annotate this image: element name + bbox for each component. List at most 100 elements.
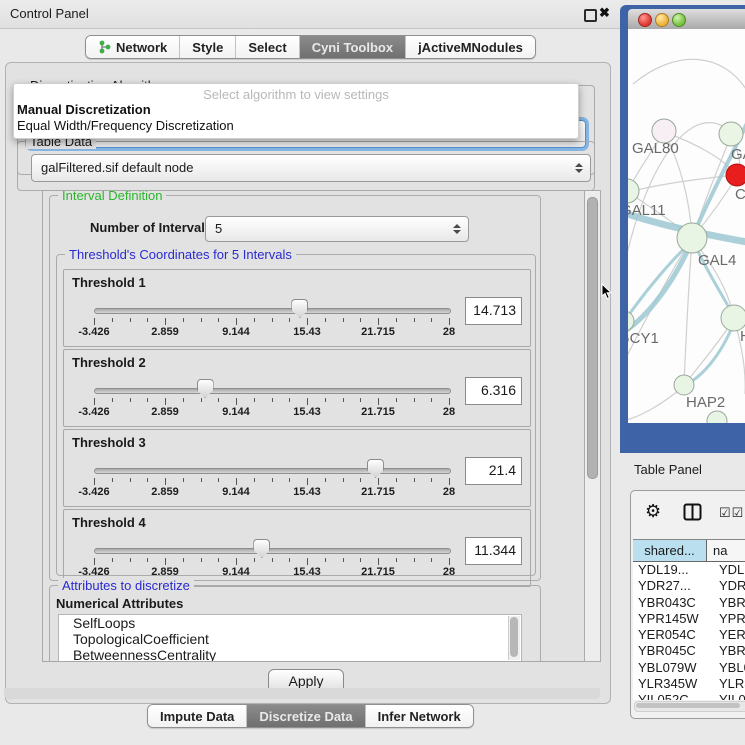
tab-network[interactable]: Network xyxy=(86,36,180,58)
slider-tick xyxy=(272,318,273,322)
network-node[interactable] xyxy=(677,223,707,253)
threshold-value-field[interactable]: 21.4 xyxy=(465,457,522,485)
network-window-titlebar[interactable] xyxy=(628,9,745,30)
table-row[interactable]: YPR145WYPR1 xyxy=(633,611,745,627)
table-hscrollbar-thumb[interactable] xyxy=(636,703,740,708)
threshold-label: Threshold 1 xyxy=(72,275,146,290)
slider-tick-label: 9.144 xyxy=(222,566,250,578)
node-table: shared... na YDL19...YDL1YDR27...YDR2YBR… xyxy=(633,539,745,700)
slider-tick xyxy=(307,398,308,405)
vertical-scrollbar-thumb[interactable] xyxy=(587,197,598,479)
tab-select[interactable]: Select xyxy=(236,36,299,58)
slider-tick xyxy=(378,318,379,325)
close-traffic-light-icon[interactable] xyxy=(638,13,652,27)
algorithm-option[interactable]: Equal Width/Frequency Discretization xyxy=(14,118,578,134)
tab-discretize-data[interactable]: Discretize Data xyxy=(247,705,365,727)
split-columns-icon[interactable] xyxy=(683,503,702,526)
minimize-traffic-light-icon[interactable] xyxy=(655,13,669,27)
slider-tick-label: 28 xyxy=(443,406,455,418)
threshold-value-field[interactable]: 14.713 xyxy=(465,297,522,325)
slider-tick xyxy=(112,398,113,402)
column-header-name[interactable]: na xyxy=(707,540,745,561)
tab-label: jActiveMNodules xyxy=(418,40,523,55)
slider-tick xyxy=(218,398,219,402)
table-horizontal-scrollbar[interactable] xyxy=(634,701,745,712)
table-row[interactable]: YDL19...YDL1 xyxy=(633,562,745,578)
slider-tick-label: -3.426 xyxy=(78,566,109,578)
slider-tick xyxy=(254,318,255,322)
cell-shared-name: YBL079W xyxy=(633,660,712,676)
table-header-row: shared... na xyxy=(633,540,745,562)
slider-tick xyxy=(112,478,113,482)
settings-gear-icon[interactable]: ⚙ xyxy=(645,501,661,522)
slider-tick xyxy=(112,318,113,322)
network-node[interactable] xyxy=(719,122,743,146)
slider-track[interactable] xyxy=(94,468,451,474)
tab-style[interactable]: Style xyxy=(180,36,236,58)
network-canvas[interactable]: GAL80GACGAL11GAL4GCY1HHAP2 xyxy=(628,29,745,423)
algorithm-option[interactable]: Manual Discretization xyxy=(14,102,578,118)
cell-name: YBL0 xyxy=(712,660,745,676)
slider-tick-label: 2.859 xyxy=(151,406,179,418)
slider-track[interactable] xyxy=(94,548,451,554)
table-row[interactable]: YBR045CYBR0 xyxy=(633,643,745,659)
vertical-scrollbar[interactable] xyxy=(584,190,601,662)
attribute-item[interactable]: TopologicalCoefficient xyxy=(59,631,521,647)
network-node[interactable] xyxy=(726,164,745,186)
slider-tick xyxy=(343,478,344,482)
slider-thumb[interactable] xyxy=(367,459,384,478)
zoom-traffic-light-icon[interactable] xyxy=(672,13,686,27)
slider-tick xyxy=(183,318,184,322)
threshold-panel: Threshold 3-3.4262.8599.14415.4321.71528… xyxy=(63,429,531,507)
algorithm-dropdown-popup: Select algorithm to view settings Manual… xyxy=(13,83,579,139)
slider-tick xyxy=(414,398,415,402)
table-row[interactable]: YLR345WYLR3 xyxy=(633,676,745,692)
slider-tick xyxy=(236,478,237,485)
thresholds-group: Threshold's Coordinates for 5 Intervals … xyxy=(56,254,536,576)
attributes-legend: Attributes to discretize xyxy=(58,578,194,593)
interval-definition-group: Interval Definition Number of Intervals … xyxy=(49,195,541,581)
table-row[interactable]: YER054CYER0 xyxy=(633,627,745,643)
threshold-value-field[interactable]: 11.344 xyxy=(465,537,522,565)
cell-name: YDL1 xyxy=(712,562,745,578)
slider-track[interactable] xyxy=(94,308,451,314)
num-intervals-combo[interactable]: 5 xyxy=(205,216,469,242)
table-row[interactable]: YDR27...YDR2 xyxy=(633,578,745,594)
network-node[interactable] xyxy=(674,375,694,395)
cell-name: YBR0 xyxy=(712,595,745,611)
slider-thumb[interactable] xyxy=(197,379,214,398)
threshold-label: Threshold 2 xyxy=(72,355,146,370)
column-header-shared[interactable]: shared... xyxy=(633,540,707,561)
checkbox-icons[interactable]: ☑☑ xyxy=(719,505,744,521)
tab-infer-network[interactable]: Infer Network xyxy=(366,705,473,727)
slider-tick xyxy=(396,318,397,322)
network-node-label: GAL4 xyxy=(698,252,736,269)
network-node[interactable] xyxy=(707,411,727,423)
network-node[interactable] xyxy=(628,179,639,203)
close-icon[interactable]: ✖ xyxy=(599,5,610,21)
slider-tick xyxy=(112,558,113,562)
slider-thumb[interactable] xyxy=(291,299,308,318)
attributes-list[interactable]: SelfLoopsTopologicalCoefficientBetweenne… xyxy=(58,614,522,662)
slider-thumb[interactable] xyxy=(253,539,270,558)
slider-tick xyxy=(201,558,202,562)
attribute-item[interactable]: SelfLoops xyxy=(59,615,521,631)
network-view-window: GAL80GACGAL11GAL4GCY1HHAP2 xyxy=(620,5,745,453)
tab-label: Select xyxy=(248,40,286,55)
slider-tick xyxy=(431,318,432,322)
tab-impute-data[interactable]: Impute Data xyxy=(148,705,247,727)
tab-jactivemnodules[interactable]: jActiveMNodules xyxy=(406,36,535,58)
table-data-combo[interactable]: galFiltered.sif default node xyxy=(31,154,591,182)
table-row[interactable]: YBR043CYBR0 xyxy=(633,595,745,611)
attribute-item[interactable]: BetweennessCentrality xyxy=(59,647,521,662)
table-row[interactable]: YBL079WYBL0 xyxy=(633,660,745,676)
threshold-value-field[interactable]: 6.316 xyxy=(465,377,522,405)
float-window-icon[interactable] xyxy=(584,9,597,22)
slider-tick xyxy=(449,398,450,405)
slider-track[interactable] xyxy=(94,388,451,394)
slider-tick xyxy=(218,318,219,322)
tab-cyni-toolbox[interactable]: Cyni Toolbox xyxy=(300,36,406,58)
slider-tick xyxy=(165,558,166,565)
attributes-scrollbar[interactable] xyxy=(508,616,520,660)
table-row[interactable]: YIL052CYIL0 xyxy=(633,692,745,700)
